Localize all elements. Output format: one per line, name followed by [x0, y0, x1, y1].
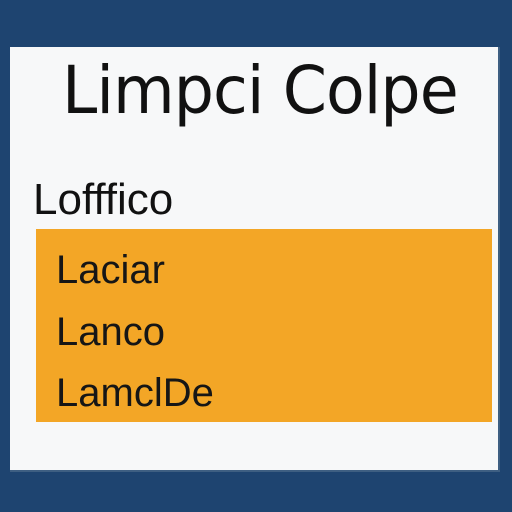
screen-background: Limpci Colpe Lofffico Laciar Lanco Lamcl… [0, 0, 512, 512]
page-title: Limpci Colpe [62, 52, 459, 129]
list-item-lanco[interactable]: Lanco [56, 312, 165, 352]
section-heading: Lofffico [33, 175, 174, 224]
list-item-laciar[interactable]: Laciar [56, 250, 165, 290]
list-item-lamclde[interactable]: LamclDe [56, 373, 214, 413]
